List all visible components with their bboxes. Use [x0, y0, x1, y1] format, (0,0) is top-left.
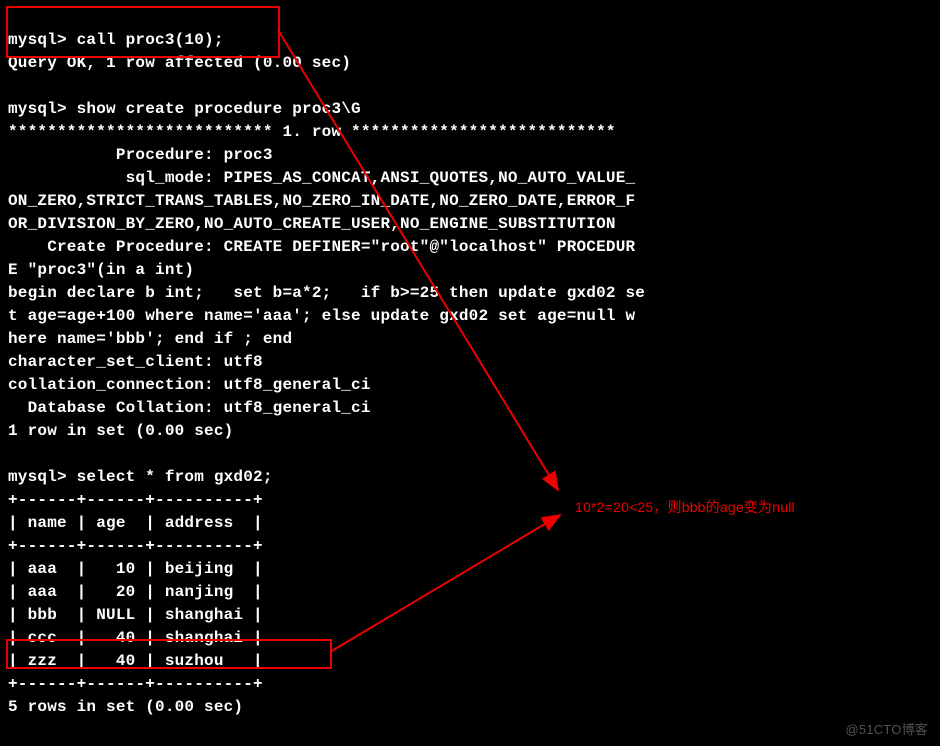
- terminal-line: +------+------+----------+: [8, 491, 263, 509]
- terminal-line: | zzz | 40 | suzhou |: [8, 652, 263, 670]
- terminal-line: collation_connection: utf8_general_ci: [8, 376, 371, 394]
- terminal-line: Procedure: proc3: [8, 146, 273, 164]
- terminal-line: character_set_client: utf8: [8, 353, 263, 371]
- terminal-line: 5 rows in set (0.00 sec): [8, 698, 243, 716]
- terminal-line: Create Procedure: CREATE DEFINER="root"@…: [8, 238, 635, 256]
- terminal-line: Query OK, 1 row affected (0.00 sec): [8, 54, 351, 72]
- terminal-line: OR_DIVISION_BY_ZERO,NO_AUTO_CREATE_USER,…: [8, 215, 616, 233]
- terminal-line: here name='bbb'; end if ; end: [8, 330, 292, 348]
- terminal-line: t age=age+100 where name='aaa'; else upd…: [8, 307, 635, 325]
- terminal-line: sql_mode: PIPES_AS_CONCAT,ANSI_QUOTES,NO…: [8, 169, 635, 187]
- terminal-line: E "proc3"(in a int): [8, 261, 194, 279]
- terminal-line: | bbb | NULL | shanghai |: [8, 606, 263, 624]
- terminal-line: mysql> show create procedure proc3\G: [8, 100, 361, 118]
- terminal-line: | aaa | 10 | beijing |: [8, 560, 263, 578]
- terminal-line: | name | age | address |: [8, 514, 263, 532]
- terminal-output: mysql> call proc3(10); Query OK, 1 row a…: [0, 0, 940, 725]
- terminal-line: mysql> select * from gxd02;: [8, 468, 273, 486]
- terminal-line: Database Collation: utf8_general_ci: [8, 399, 371, 417]
- terminal-line: *************************** 1. row *****…: [8, 123, 616, 141]
- watermark: @51CTO博客: [846, 719, 928, 738]
- terminal-line: | ccc | 40 | shanghai |: [8, 629, 263, 647]
- terminal-line: +------+------+----------+: [8, 537, 263, 555]
- terminal-line: 1 row in set (0.00 sec): [8, 422, 233, 440]
- terminal-line: +------+------+----------+: [8, 675, 263, 693]
- terminal-line: mysql> call proc3(10);: [8, 31, 224, 49]
- terminal-line: | aaa | 20 | nanjing |: [8, 583, 263, 601]
- annotation-text: 10*2=20<25，则bbb的age变为null: [575, 497, 795, 517]
- terminal-line: ON_ZERO,STRICT_TRANS_TABLES,NO_ZERO_IN_D…: [8, 192, 635, 210]
- terminal-line: begin declare b int; set b=a*2; if b>=25…: [8, 284, 645, 302]
